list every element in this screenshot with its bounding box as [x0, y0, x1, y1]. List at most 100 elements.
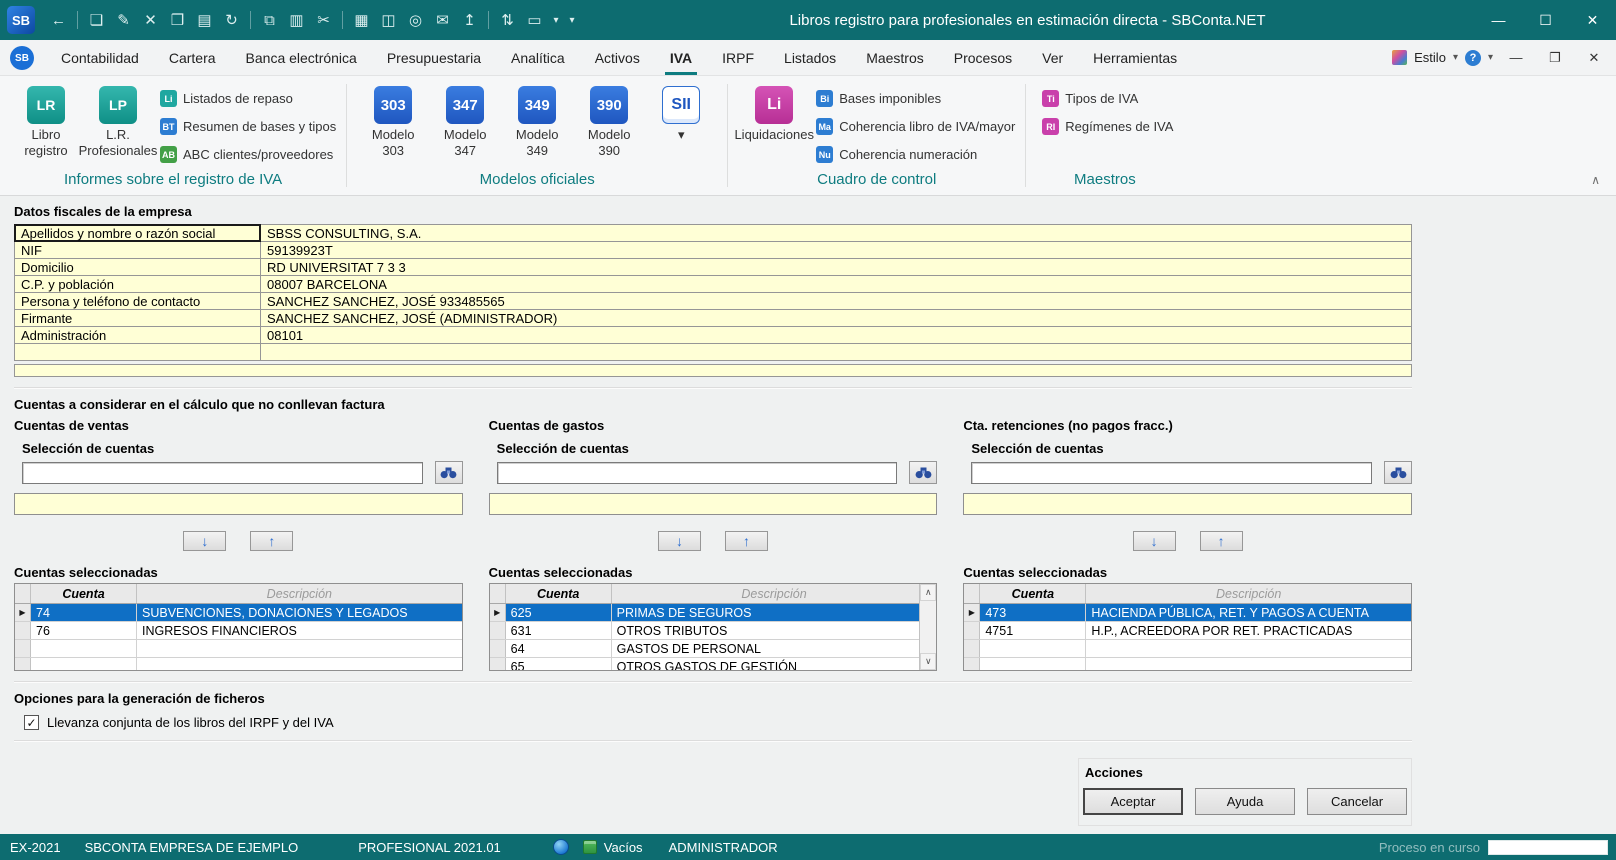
fiscal-value-razon-social[interactable]: SBSS CONSULTING, S.A.: [261, 225, 1412, 242]
account-search-input[interactable]: [971, 462, 1372, 484]
account-search-input[interactable]: [22, 462, 423, 484]
descripcion-cell[interactable]: OTROS GASTOS DE GESTIÓN: [612, 658, 937, 671]
bases-imponibles-button[interactable]: Bi Bases imponibles: [816, 90, 1015, 107]
tab-activos[interactable]: Activos: [580, 40, 655, 75]
account-search-input[interactable]: [497, 462, 898, 484]
style-dropdown-icon[interactable]: ▾: [1453, 52, 1458, 63]
collapse-ribbon-icon[interactable]: ∧: [1591, 173, 1600, 187]
tab-procesos[interactable]: Procesos: [939, 40, 1027, 75]
account-description-field[interactable]: [489, 493, 938, 515]
remove-account-button[interactable]: ↑: [725, 531, 768, 551]
grid-row[interactable]: ▶ 625 PRIMAS DE SEGUROS: [490, 604, 937, 622]
account-description-field[interactable]: [14, 493, 463, 515]
descripcion-cell[interactable]: H.P., ACREEDORA POR RET. PRACTICADAS: [1086, 622, 1411, 639]
print-preview-icon[interactable]: ◫: [375, 7, 402, 34]
grid-row[interactable]: [964, 658, 1411, 671]
modelo-349-button[interactable]: 349 Modelo 349: [501, 78, 573, 158]
row-selector[interactable]: [490, 658, 506, 671]
row-selector[interactable]: [964, 622, 980, 639]
cuenta-cell[interactable]: 4751: [980, 622, 1086, 639]
sii-button[interactable]: SII ▾: [645, 78, 717, 143]
fiscal-value-cp-poblacion[interactable]: 08007 BARCELONA: [261, 276, 1412, 293]
row-selector[interactable]: [490, 622, 506, 639]
descripcion-column-header[interactable]: Descripción: [137, 584, 462, 603]
cuenta-column-header[interactable]: Cuenta: [31, 584, 137, 603]
mdi-restore-button[interactable]: ❐: [1539, 45, 1571, 71]
cuenta-cell[interactable]: [980, 640, 1086, 657]
tab-analitica[interactable]: Analítica: [496, 40, 580, 75]
descripcion-cell[interactable]: SUBVENCIONES, DONACIONES Y LEGADOS: [137, 604, 462, 621]
account-lookup-button[interactable]: [435, 461, 463, 484]
row-selector[interactable]: [15, 622, 31, 639]
tab-irpf[interactable]: IRPF: [707, 40, 769, 75]
account-lookup-button[interactable]: [1384, 461, 1412, 484]
cuenta-cell[interactable]: [31, 640, 137, 657]
maximize-button[interactable]: ☐: [1522, 0, 1569, 40]
cuenta-column-header[interactable]: Cuenta: [980, 584, 1086, 603]
remove-account-button[interactable]: ↑: [1200, 531, 1243, 551]
add-account-button[interactable]: ↓: [658, 531, 701, 551]
refresh-icon[interactable]: ↻: [218, 7, 245, 34]
row-selector[interactable]: [964, 658, 980, 671]
add-account-button[interactable]: ↓: [183, 531, 226, 551]
abc-clientes-proveedores-button[interactable]: AB ABC clientes/proveedores: [160, 146, 336, 163]
fiscal-value-firmante[interactable]: SANCHEZ SANCHEZ, JOSÉ (ADMINISTRADOR): [261, 310, 1412, 327]
descripcion-cell[interactable]: GASTOS DE PERSONAL: [612, 640, 937, 657]
row-selector[interactable]: [15, 640, 31, 657]
cuenta-cell[interactable]: [31, 658, 137, 671]
vacios-label[interactable]: Vacíos: [604, 840, 643, 855]
listados-repaso-button[interactable]: Li Listados de repaso: [160, 90, 336, 107]
descripcion-column-header[interactable]: Descripción: [612, 584, 937, 603]
grid-row[interactable]: 4751 H.P., ACREEDORA POR RET. PRACTICADA…: [964, 622, 1411, 640]
cuenta-cell[interactable]: 631: [506, 622, 612, 639]
minimize-button[interactable]: —: [1475, 0, 1522, 40]
vacios-icon[interactable]: [583, 840, 597, 854]
fiscal-value-administracion[interactable]: 08101: [261, 327, 1412, 344]
sii-dropdown-icon[interactable]: ▾: [678, 127, 685, 143]
back-icon[interactable]: ←: [45, 7, 72, 34]
grid-row[interactable]: [15, 640, 462, 658]
liquidaciones-button[interactable]: Li Liquidaciones: [738, 78, 810, 143]
cuenta-cell[interactable]: 625: [506, 604, 612, 621]
fiscal-value-contacto[interactable]: SANCHEZ SANCHEZ, JOSÉ 933485565: [261, 293, 1412, 310]
help-dropdown-icon[interactable]: ▾: [1488, 52, 1493, 63]
grid-row[interactable]: 64 GASTOS DE PERSONAL: [490, 640, 937, 658]
scroll-down-icon[interactable]: ∨: [920, 653, 936, 670]
grid-row[interactable]: [964, 640, 1411, 658]
tab-cartera[interactable]: Cartera: [154, 40, 231, 75]
modelo-303-button[interactable]: 303 Modelo 303: [357, 78, 429, 158]
grid-scrollbar[interactable]: ∧ ∨: [919, 584, 936, 670]
monitor-dropdown-icon[interactable]: ▾: [548, 7, 564, 34]
descripcion-cell[interactable]: PRIMAS DE SEGUROS: [612, 604, 937, 621]
cuenta-column-header[interactable]: Cuenta: [506, 584, 612, 603]
resumen-bases-tipos-button[interactable]: BT Resumen de bases y tipos: [160, 118, 336, 135]
document-search-icon[interactable]: ◎: [402, 7, 429, 34]
tab-maestros[interactable]: Maestros: [851, 40, 939, 75]
grid-row[interactable]: 631 OTROS TRIBUTOS: [490, 622, 937, 640]
coherencia-libro-iva-mayor-button[interactable]: Ma Coherencia libro de IVA/mayor: [816, 118, 1015, 135]
row-selector[interactable]: [490, 640, 506, 657]
checkbox-label[interactable]: Llevanza conjunta de los libros del IRPF…: [47, 715, 334, 730]
grid-row[interactable]: 65 OTROS GASTOS DE GESTIÓN: [490, 658, 937, 671]
grid-row[interactable]: ▶ 473 HACIENDA PÚBLICA, RET. Y PAGOS A C…: [964, 604, 1411, 622]
descripcion-cell[interactable]: [1086, 640, 1411, 657]
open-folder-icon[interactable]: ❒: [164, 7, 191, 34]
style-icon[interactable]: [1392, 50, 1407, 65]
app-menu-button[interactable]: SB: [10, 46, 34, 70]
descripcion-cell[interactable]: [137, 658, 462, 671]
tab-banca-electronica[interactable]: Banca electrónica: [231, 40, 372, 75]
cuenta-cell[interactable]: [980, 658, 1086, 671]
toolbar-more-icon[interactable]: ▾: [564, 7, 580, 34]
tab-iva[interactable]: IVA: [655, 40, 707, 75]
tipos-de-iva-button[interactable]: Ti Tipos de IVA: [1042, 90, 1173, 107]
descripcion-cell[interactable]: [1086, 658, 1411, 671]
descripcion-column-header[interactable]: Descripción: [1086, 584, 1411, 603]
copy-icon[interactable]: ⧉: [256, 7, 283, 34]
descripcion-cell[interactable]: HACIENDA PÚBLICA, RET. Y PAGOS A CUENTA: [1086, 604, 1411, 621]
scroll-up-icon[interactable]: ∧: [920, 584, 936, 601]
cut-icon[interactable]: ✂: [310, 7, 337, 34]
cuenta-cell[interactable]: 64: [506, 640, 612, 657]
add-account-button[interactable]: ↓: [1133, 531, 1176, 551]
account-lookup-button[interactable]: [909, 461, 937, 484]
libro-registro-button[interactable]: LR Libro registro: [10, 78, 82, 158]
